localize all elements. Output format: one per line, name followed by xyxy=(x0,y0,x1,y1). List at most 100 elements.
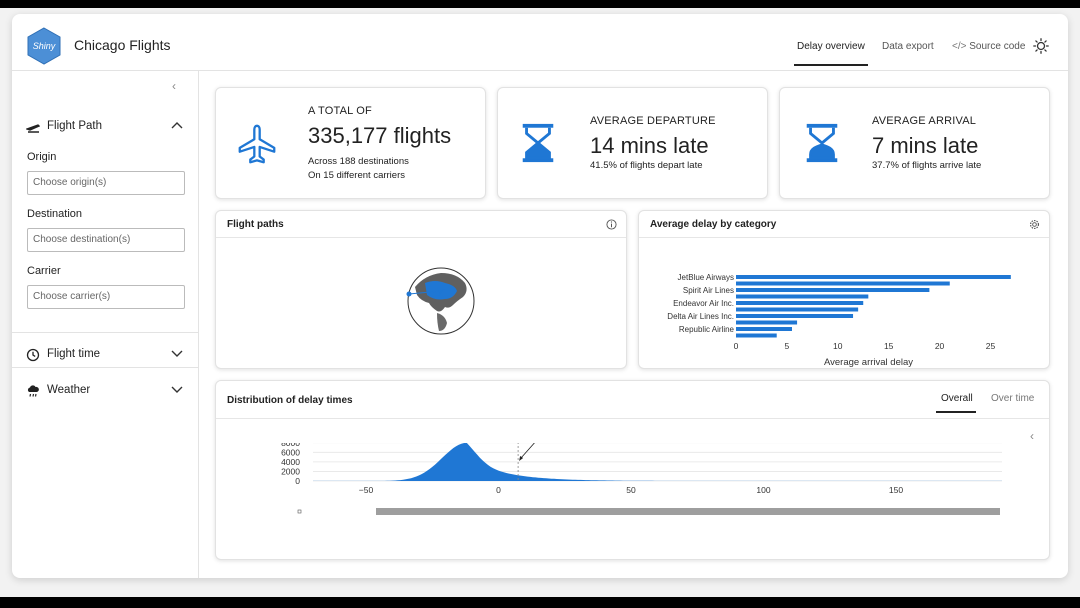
tab-overall-indicator xyxy=(936,411,976,413)
chevron-down-icon xyxy=(171,350,183,357)
header: Shiny Chicago Flights Delay overview Dat… xyxy=(12,14,1068,71)
carrier-input[interactable]: Choose carrier(s) xyxy=(27,285,185,309)
category-label: Delta Air Lines Inc. xyxy=(667,312,734,321)
svg-text:Shiny: Shiny xyxy=(33,41,56,51)
avg-delay-title: Average delay by category xyxy=(650,219,777,230)
card-header: Distribution of delay times Overall Over… xyxy=(216,381,1049,419)
x-tick-label: 100 xyxy=(756,485,770,495)
delay-distribution-chart[interactable]: 02000400060008000−50050100150delay of 7.… xyxy=(216,443,1049,558)
chevron-up-icon xyxy=(171,122,183,129)
divider xyxy=(12,332,198,333)
category-label: Endeavor Air Inc. xyxy=(673,299,734,308)
arrival-value: 7 mins late xyxy=(872,133,979,158)
gear-icon[interactable] xyxy=(1029,219,1040,230)
origin-label: Origin xyxy=(27,151,57,163)
x-tick-label: 20 xyxy=(935,341,945,351)
distribution-card: Distribution of delay times Overall Over… xyxy=(215,380,1050,560)
arrival-late-pct: 37.7% of flights arrive late xyxy=(872,160,982,171)
bar xyxy=(736,333,777,338)
x-tick-label: 150 xyxy=(889,485,903,495)
avg-delay-bar-chart[interactable]: JetBlue Airways Spirit Air Lines Endeavor … xyxy=(639,239,1049,367)
total-carriers: On 15 different carriers xyxy=(308,170,405,181)
sidebar-toggle-icon[interactable]: ‹ xyxy=(1030,429,1034,443)
annotation-arrow xyxy=(519,443,535,460)
category-label: Republic Airline xyxy=(679,325,735,334)
x-tick-label: 0 xyxy=(734,341,739,351)
value-box-arrival: AVERAGE ARRIVAL 7 mins late 37.7% of fli… xyxy=(779,87,1050,199)
y-tick-label: 4000 xyxy=(281,457,300,467)
tab-overall[interactable]: Overall xyxy=(941,393,973,404)
bar xyxy=(736,294,869,299)
range-slider-handle xyxy=(297,509,302,514)
active-tab-indicator xyxy=(794,64,868,66)
shiny-logo: Shiny xyxy=(27,27,61,65)
range-slider xyxy=(376,508,1000,515)
arrival-label: AVERAGE ARRIVAL xyxy=(872,115,977,127)
divider xyxy=(12,367,198,368)
total-destinations: Across 188 destinations xyxy=(308,156,409,167)
departure-late-pct: 41.5% of flights depart late xyxy=(590,160,703,171)
bar xyxy=(736,301,864,305)
bar xyxy=(736,281,950,286)
code-icon: </> xyxy=(952,41,967,52)
departure-label: AVERAGE DEPARTURE xyxy=(590,115,716,127)
chevron-down-icon xyxy=(171,386,183,393)
bar xyxy=(736,275,1011,279)
bar xyxy=(736,314,854,318)
plane-departure-icon xyxy=(26,124,40,133)
x-axis-label: Average arrival delay xyxy=(824,357,913,367)
x-tick-label: 0 xyxy=(496,485,501,495)
flight-paths-card: Flight paths xyxy=(215,210,627,369)
accordion-flight-time-label: Flight time xyxy=(47,348,101,360)
total-value: 335,177 flights xyxy=(308,123,452,148)
origin-input[interactable]: Choose origin(s) xyxy=(27,171,185,195)
hourglass-bottom-icon xyxy=(522,123,554,163)
clock-icon xyxy=(26,348,40,362)
category-label: Spirit Air Lines xyxy=(683,286,734,295)
bar xyxy=(736,288,930,292)
departure-value: 14 mins late xyxy=(590,133,709,158)
destination-label: Destination xyxy=(27,208,83,220)
tab-delay-overview[interactable]: Delay overview xyxy=(797,41,865,52)
app-title: Chicago Flights xyxy=(74,37,171,53)
accordion-flight-path[interactable]: Flight Path xyxy=(12,111,198,145)
card-header: Flight paths xyxy=(216,211,626,238)
value-box-departure: AVERAGE DEPARTURE 14 mins late 41.5% of … xyxy=(497,87,768,199)
y-tick-label: 2000 xyxy=(281,466,300,476)
tab-source-code-label: Source code xyxy=(969,41,1026,52)
flight-paths-title: Flight paths xyxy=(227,219,284,230)
y-tick-label: 0 xyxy=(295,476,300,486)
x-tick-label: 15 xyxy=(884,341,894,351)
app-window: Shiny Chicago Flights Delay overview Dat… xyxy=(12,14,1068,578)
accordion-weather[interactable]: Weather xyxy=(12,375,198,409)
globe-map[interactable] xyxy=(401,261,481,341)
tab-over-time[interactable]: Over time xyxy=(991,393,1034,404)
card-header: Average delay by category xyxy=(639,211,1049,238)
bar xyxy=(736,320,798,325)
sidebar-collapse-icon[interactable]: ‹ xyxy=(172,79,176,93)
x-tick-label: 25 xyxy=(986,341,996,351)
info-icon[interactable] xyxy=(606,219,617,230)
bar xyxy=(736,327,792,331)
sidebar: ‹ Flight Path Origin Choose origin(s) De… xyxy=(12,71,199,578)
value-box-total: A TOTAL OF 335,177 flights Across 188 de… xyxy=(215,87,486,199)
x-tick-label: 10 xyxy=(833,341,843,351)
x-tick-label: −50 xyxy=(359,485,374,495)
cloud-rain-icon xyxy=(27,385,39,397)
avg-delay-card: Average delay by category JetBlue Airway… xyxy=(638,210,1050,369)
distribution-title: Distribution of delay times xyxy=(227,395,353,406)
category-label: JetBlue Airways xyxy=(678,273,734,282)
accordion-flight-path-label: Flight Path xyxy=(47,120,102,132)
tab-data-export[interactable]: Data export xyxy=(882,41,934,52)
sun-icon[interactable] xyxy=(1033,38,1049,54)
total-label: A TOTAL OF xyxy=(308,105,372,117)
y-tick-label: 8000 xyxy=(281,443,300,448)
x-tick-label: 50 xyxy=(626,485,636,495)
destination-input[interactable]: Choose destination(s) xyxy=(27,228,185,252)
hourglass-end-icon xyxy=(806,123,838,163)
tab-source-code[interactable]: </> Source code xyxy=(952,41,1025,52)
y-tick-label: 6000 xyxy=(281,447,300,457)
carrier-label: Carrier xyxy=(27,265,61,277)
airplane-icon xyxy=(238,124,276,164)
x-tick-label: 5 xyxy=(785,341,790,351)
